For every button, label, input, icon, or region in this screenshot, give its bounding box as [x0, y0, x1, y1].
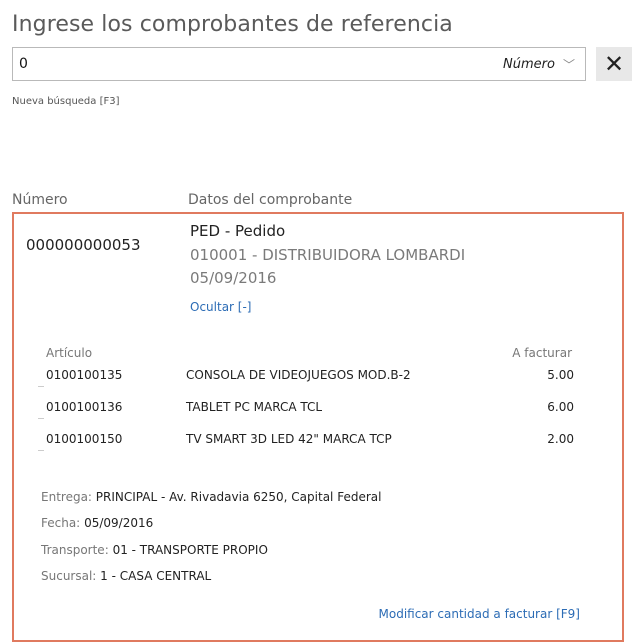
delivery-label: Entrega: — [41, 490, 92, 504]
item-qty: 5.00 — [547, 368, 574, 382]
column-header-number: Número — [12, 192, 68, 208]
search-bar: Número ﹀ — [12, 47, 586, 81]
item-row: 0100100135 CONSOLA DE VIDEOJUEGOS MOD.B-… — [38, 368, 574, 394]
search-type-select[interactable]: Número ﹀ — [503, 48, 575, 80]
new-search-link[interactable]: Nueva búsqueda [F3] — [12, 96, 120, 107]
branch-label: Sucursal: — [41, 569, 97, 583]
close-button[interactable]: ✕ — [596, 47, 632, 81]
item-qty: 2.00 — [547, 432, 574, 446]
item-description: TV SMART 3D LED 42" MARCA TCP — [186, 432, 392, 446]
chevron-down-icon: ﹀ — [562, 57, 575, 72]
document-date: 05/09/2016 — [190, 269, 277, 287]
row-divider — [38, 386, 44, 387]
row-divider — [38, 450, 44, 451]
item-row: 0100100150 TV SMART 3D LED 42" MARCA TCP… — [38, 432, 574, 458]
document-card[interactable]: 000000000053 PED - Pedido 010001 - DISTR… — [12, 212, 624, 642]
item-code: 0100100150 — [46, 432, 123, 446]
branch-info: Sucursal: 1 - CASA CENTRAL — [41, 569, 211, 583]
branch-value: 1 - CASA CENTRAL — [100, 569, 212, 583]
item-description: TABLET PC MARCA TCL — [186, 400, 323, 414]
item-qty: 6.00 — [547, 400, 574, 414]
items-header-article: Artículo — [46, 346, 93, 360]
search-input[interactable] — [13, 48, 495, 80]
item-code: 0100100135 — [46, 368, 123, 382]
hide-details-link[interactable]: Ocultar [-] — [190, 300, 251, 314]
document-client: 010001 - DISTRIBUIDORA LOMBARDI — [190, 246, 466, 264]
search-type-label: Número — [503, 56, 555, 72]
date-label: Fecha: — [41, 516, 81, 530]
close-icon: ✕ — [603, 50, 625, 78]
item-row: 0100100136 TABLET PC MARCA TCL 6.00 — [38, 400, 574, 426]
document-number: 000000000053 — [26, 236, 141, 254]
delivery-info: Entrega: PRINCIPAL - Av. Rivadavia 6250,… — [41, 490, 381, 504]
page-title: Ingrese los comprobantes de referencia — [12, 12, 453, 37]
column-header-data: Datos del comprobante — [188, 192, 353, 208]
document-type: PED - Pedido — [190, 222, 286, 240]
item-description: CONSOLA DE VIDEOJUEGOS MOD.B-2 — [186, 368, 411, 382]
modify-quantity-link[interactable]: Modificar cantidad a facturar [F9] — [379, 607, 581, 621]
transport-info: Transporte: 01 - TRANSPORTE PROPIO — [41, 543, 268, 557]
delivery-value: PRINCIPAL - Av. Rivadavia 6250, Capital … — [95, 490, 382, 504]
item-code: 0100100136 — [46, 400, 123, 414]
items-header-to-invoice: A facturar — [512, 346, 572, 360]
date-value: 05/09/2016 — [84, 516, 154, 530]
row-divider — [38, 418, 44, 419]
transport-value: 01 - TRANSPORTE PROPIO — [112, 543, 268, 557]
date-info: Fecha: 05/09/2016 — [41, 516, 153, 530]
transport-label: Transporte: — [41, 543, 109, 557]
